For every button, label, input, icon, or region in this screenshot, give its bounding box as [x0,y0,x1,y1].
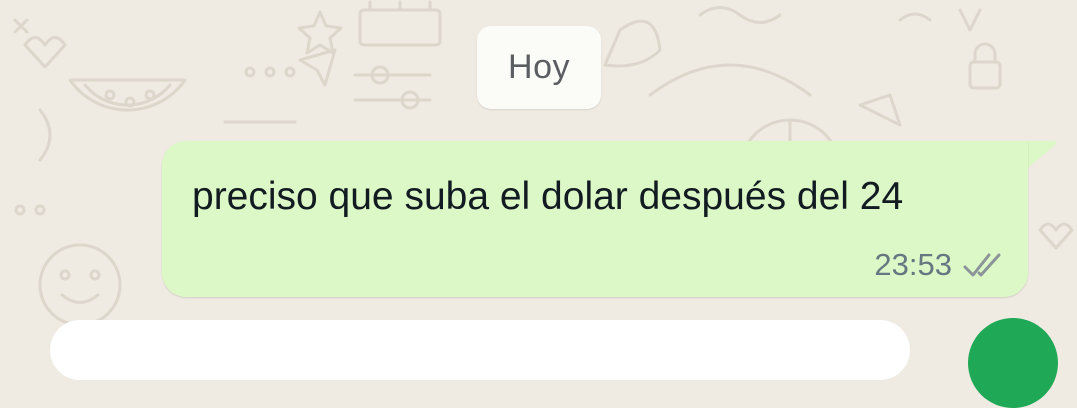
bubble-tail [1024,141,1057,171]
double-check-icon [963,253,1001,277]
date-chip: Hoy [477,26,601,109]
message-input-bar[interactable] [50,320,910,380]
message-text: preciso que suba el dolar después del 24 [192,175,904,218]
message-meta: 23:53 [874,247,1008,283]
message-time: 23:53 [874,247,952,282]
date-chip-label: Hoy [508,48,570,86]
send-button[interactable] [968,318,1058,408]
outgoing-message-bubble[interactable]: preciso que suba el dolar después del 24… [162,141,1028,297]
